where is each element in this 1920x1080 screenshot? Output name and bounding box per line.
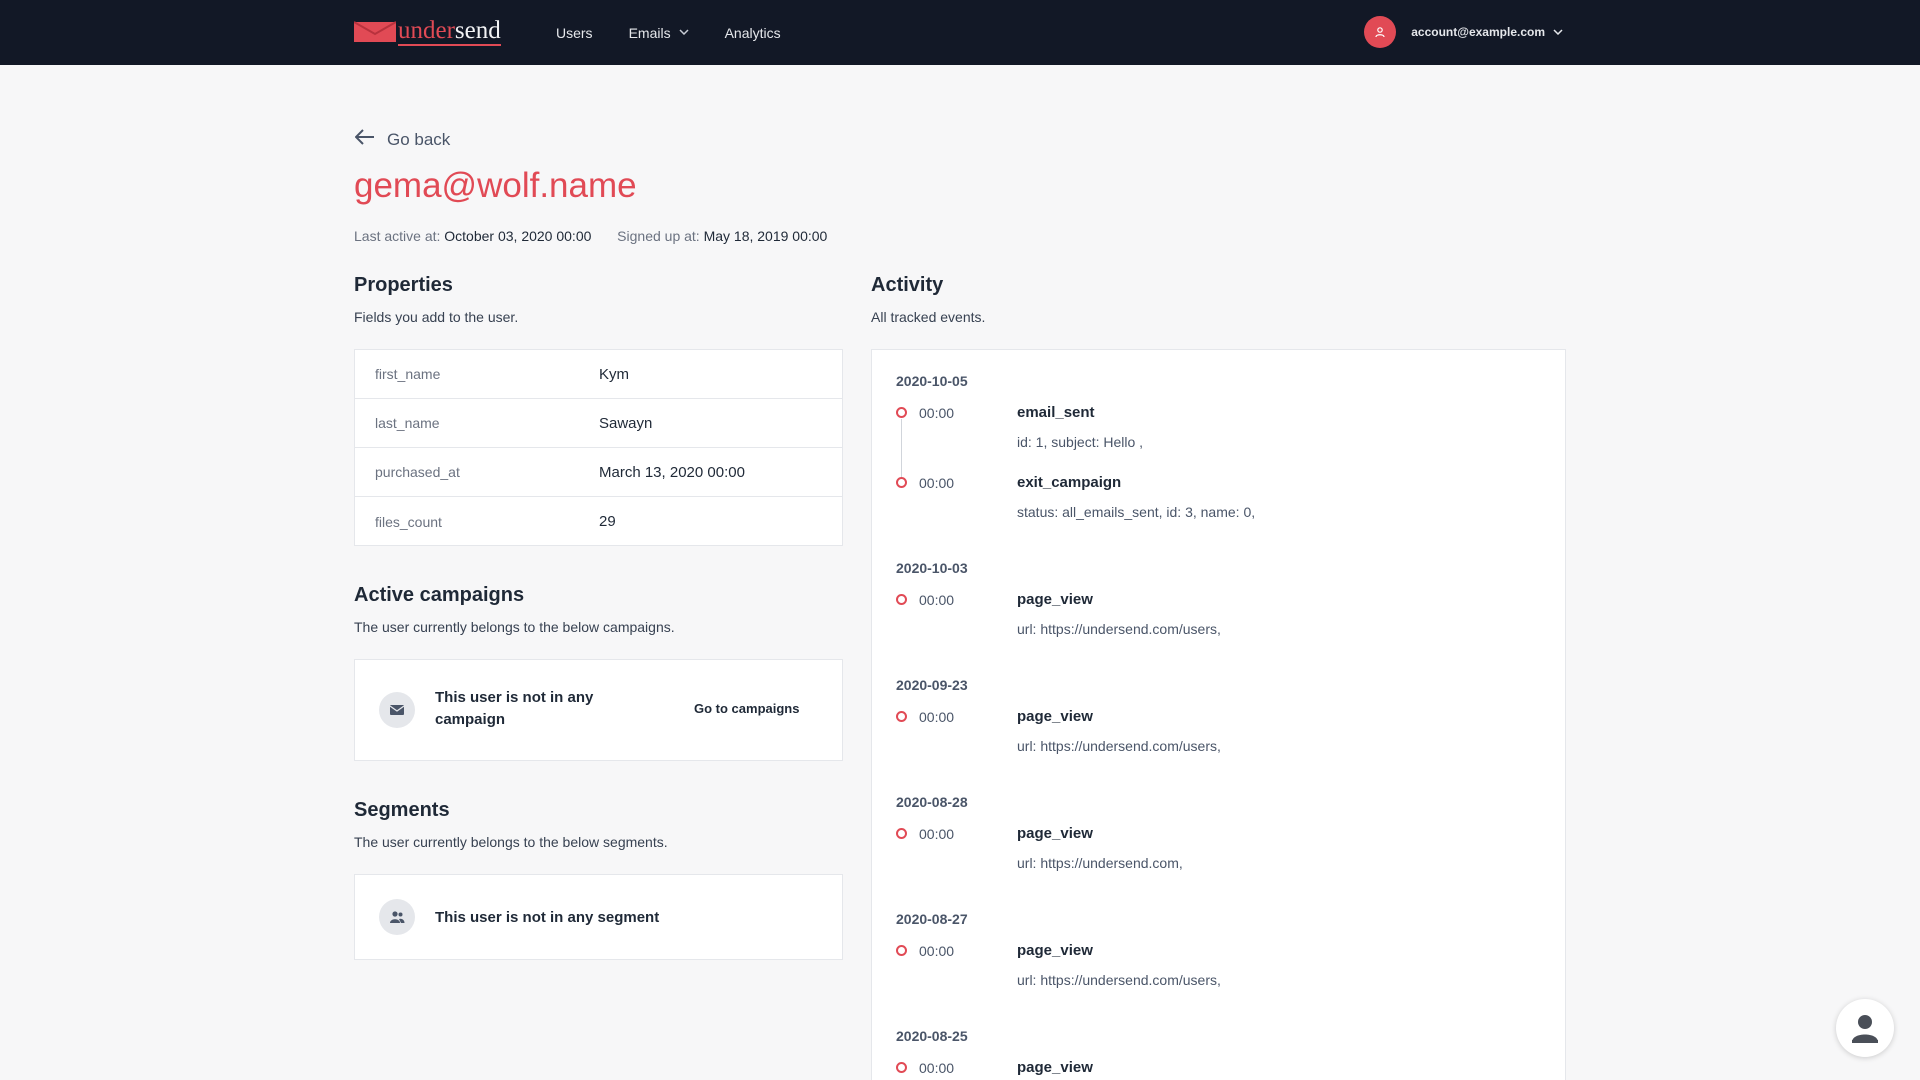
page-title: gema@wolf.name <box>354 166 637 205</box>
account-menu[interactable]: account@example.com <box>1364 16 1563 48</box>
event-detail: url: https://undersend.com/users, <box>1017 972 1221 988</box>
event-dot-icon <box>896 945 907 956</box>
activity-title: Activity <box>871 274 944 296</box>
event-name: page_view <box>1017 1059 1093 1076</box>
event-time: 00:00 <box>919 405 955 421</box>
event-time: 00:00 <box>919 709 955 725</box>
top-navbar: undersend Users Emails Analytics account… <box>0 0 1920 65</box>
signed-up-value: May 18, 2019 00:00 <box>703 228 828 244</box>
property-row: first_name Kym <box>355 350 842 399</box>
event-dot-icon <box>896 828 907 839</box>
nav-emails[interactable]: Emails <box>629 25 689 41</box>
event-detail: status: all_emails_sent, id: 3, name: 0, <box>1017 504 1256 520</box>
property-key: files_count <box>375 513 442 530</box>
activity-date: 2020-09-23 <box>896 677 968 693</box>
property-value: March 13, 2020 00:00 <box>599 463 745 481</box>
campaigns-empty-card: This user is not in any campaign Go to c… <box>354 659 843 761</box>
segments-empty-text: This user is not in any segment <box>435 909 660 926</box>
event-name: exit_campaign <box>1017 474 1122 491</box>
event-detail: url: https://undersend.com, <box>1017 855 1183 871</box>
avatar[interactable] <box>1364 16 1397 48</box>
event-name: page_view <box>1017 708 1093 725</box>
property-key: last_name <box>375 415 440 431</box>
event-time: 00:00 <box>919 1060 955 1076</box>
property-value: Sawayn <box>599 414 653 432</box>
help-widget-button[interactable] <box>1836 999 1894 1057</box>
go-back-label[interactable]: Go back <box>387 130 450 150</box>
event-dot-icon <box>896 407 907 418</box>
event-detail: url: https://undersend.com/users, <box>1017 621 1221 637</box>
users-icon <box>379 899 415 935</box>
activity-date: 2020-08-28 <box>896 794 968 810</box>
event-name: page_view <box>1017 825 1093 842</box>
event-name: page_view <box>1017 591 1093 608</box>
event-name: email_sent <box>1017 404 1095 421</box>
user-meta: Last active at: October 03, 2020 00:00 S… <box>354 228 827 244</box>
brand-logo[interactable]: undersend <box>353 16 501 46</box>
segments-title: Segments <box>354 799 450 821</box>
event-time: 00:00 <box>919 826 955 842</box>
event-dot-icon <box>896 594 907 605</box>
chevron-down-icon[interactable] <box>1553 27 1563 38</box>
signed-up-label: Signed up at: <box>617 228 700 244</box>
event-dot-icon <box>896 477 907 488</box>
envelope-logo-icon <box>353 20 397 44</box>
activity-date: 2020-08-25 <box>896 1028 968 1044</box>
chevron-down-icon <box>679 27 689 38</box>
campaigns-subtitle: The user currently belongs to the below … <box>354 619 675 635</box>
account-email[interactable]: account@example.com <box>1411 25 1545 39</box>
person-icon <box>1852 1015 1878 1043</box>
last-active-value: October 03, 2020 00:00 <box>444 228 592 244</box>
activity-date: 2020-10-05 <box>896 373 968 389</box>
event-time: 00:00 <box>919 592 955 608</box>
nav-analytics[interactable]: Analytics <box>725 25 781 41</box>
arrow-left-icon <box>354 128 375 151</box>
activity-date: 2020-08-27 <box>896 911 968 927</box>
event-dot-icon <box>896 711 907 722</box>
activity-subtitle: All tracked events. <box>871 309 986 325</box>
event-name: page_view <box>1017 942 1093 959</box>
property-value: 29 <box>599 513 616 530</box>
activity-timeline: 2020-10-05 00:00 email_sent id: 1, subje… <box>871 349 1566 1080</box>
campaigns-title: Active campaigns <box>354 584 525 606</box>
go-back-link[interactable]: Go back <box>354 128 450 151</box>
property-key: first_name <box>375 366 441 382</box>
segments-subtitle: The user currently belongs to the below … <box>354 834 668 850</box>
event-detail: url: https://undersend.com/users, <box>1017 738 1221 754</box>
main-nav: Users Emails Analytics <box>556 0 817 65</box>
event-detail: id: 1, subject: Hello , <box>1017 434 1144 450</box>
event-time: 00:00 <box>919 943 955 959</box>
properties-table: first_name Kym last_name Sawayn purchase… <box>354 349 843 546</box>
property-row: last_name Sawayn <box>355 399 842 448</box>
event-dot-icon <box>896 1062 907 1073</box>
property-row: files_count 29 <box>355 497 842 546</box>
timeline-connector <box>901 419 902 479</box>
properties-subtitle: Fields you add to the user. <box>354 309 519 325</box>
brand-wordmark: undersend <box>398 16 501 46</box>
go-to-campaigns-link[interactable]: Go to campaigns <box>694 701 799 716</box>
property-value: Kym <box>599 365 629 383</box>
activity-date: 2020-10-03 <box>896 560 968 576</box>
properties-title: Properties <box>354 274 453 296</box>
campaigns-empty-text: This user is not in any campaign <box>435 689 594 728</box>
segments-empty-card: This user is not in any segment <box>354 874 843 960</box>
event-time: 00:00 <box>919 475 955 491</box>
property-key: purchased_at <box>375 464 460 480</box>
nav-users[interactable]: Users <box>556 25 593 41</box>
property-row: purchased_at March 13, 2020 00:00 <box>355 448 842 497</box>
user-icon <box>1375 27 1385 38</box>
last-active-label: Last active at: <box>354 228 441 244</box>
mail-icon <box>379 692 415 728</box>
